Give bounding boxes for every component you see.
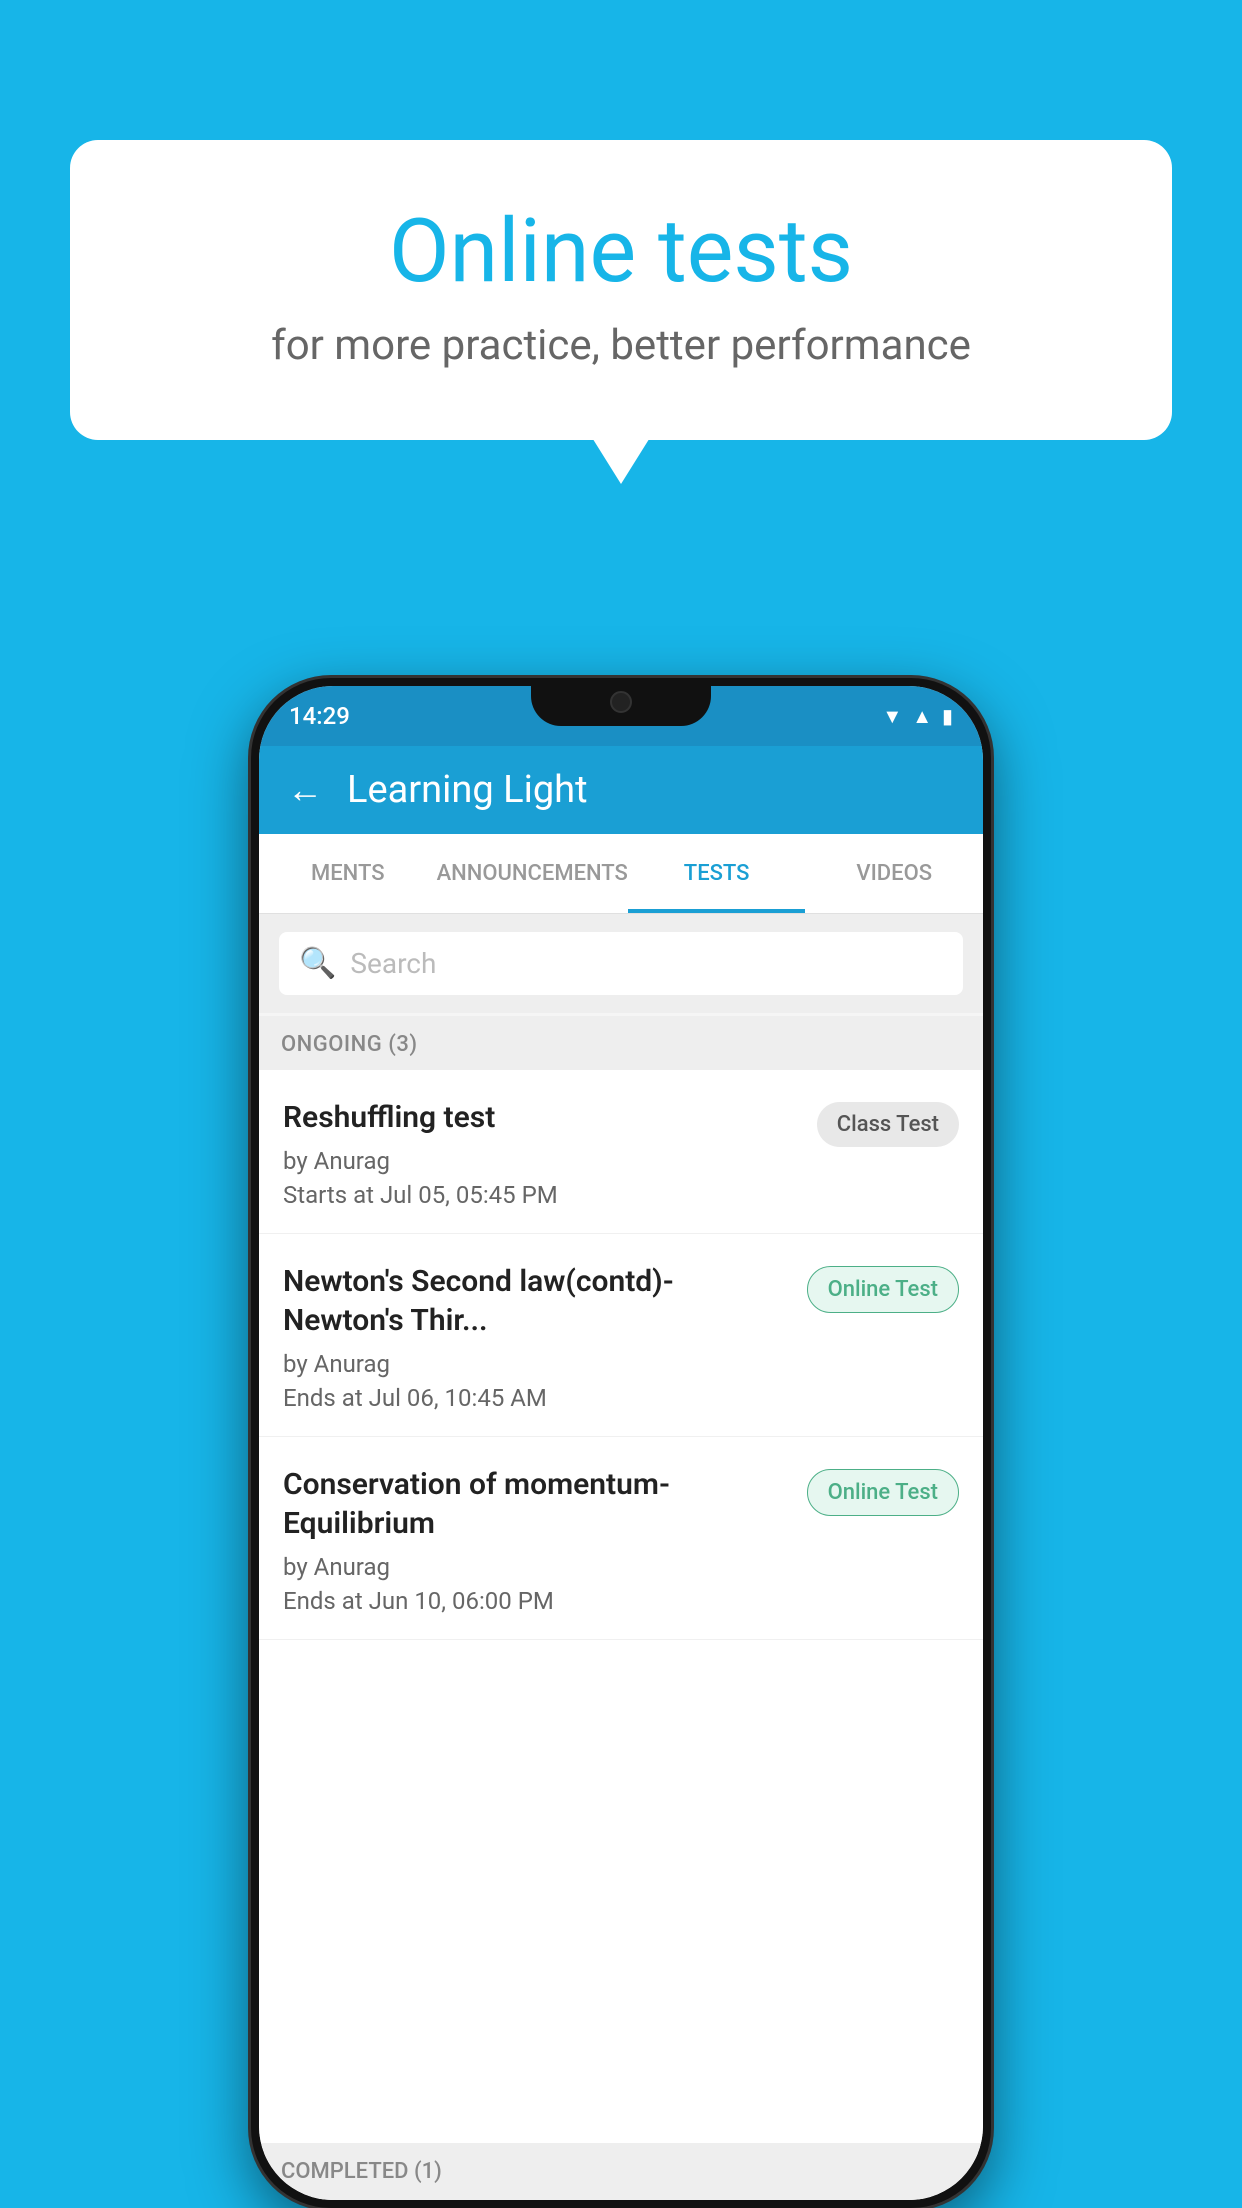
test-badge-2: Online Test [807, 1266, 959, 1313]
completed-label: COMPLETED (1) [281, 2159, 442, 2184]
search-icon: 🔍 [299, 946, 336, 981]
test-item-content-1: Reshuffling test by Anurag Starts at Jul… [283, 1098, 801, 1209]
phone-outer: 14:29 ← Learning Light MENTS [251, 678, 991, 2208]
tab-videos[interactable]: VIDEOS [805, 834, 983, 913]
app-header: ← Learning Light [259, 746, 983, 834]
test-date-2: Ends at Jul 06, 10:45 AM [283, 1384, 791, 1412]
test-by-2: by Anurag [283, 1350, 791, 1378]
test-item-newton[interactable]: Newton's Second law(contd)-Newton's Thir… [259, 1234, 983, 1437]
tab-announcements[interactable]: ANNOUNCEMENTS [437, 834, 628, 913]
speech-bubble: Online tests for more practice, better p… [70, 140, 1172, 440]
test-item-reshuffling[interactable]: Reshuffling test by Anurag Starts at Jul… [259, 1070, 983, 1234]
test-date-3: Ends at Jun 10, 06:00 PM [283, 1587, 791, 1615]
tab-bar: MENTS ANNOUNCEMENTS TESTS VIDEOS [259, 834, 983, 914]
test-by-1: by Anurag [283, 1147, 801, 1175]
test-item-content-3: Conservation of momentum-Equilibrium by … [283, 1465, 791, 1615]
status-time: 14:29 [289, 702, 350, 730]
app-title: Learning Light [347, 768, 588, 812]
search-container: 🔍 Search [259, 914, 983, 1013]
status-icons [882, 704, 953, 729]
signal-icon [912, 704, 932, 729]
tab-tests[interactable]: TESTS [628, 834, 806, 913]
wifi-icon [882, 704, 902, 729]
ongoing-section-header: ONGOING (3) [259, 1016, 983, 1073]
test-name-3: Conservation of momentum-Equilibrium [283, 1465, 791, 1543]
speech-bubble-container: Online tests for more practice, better p… [70, 140, 1172, 440]
app-background: Online tests for more practice, better p… [0, 0, 1242, 2208]
phone-mockup: 14:29 ← Learning Light MENTS [251, 678, 991, 2208]
test-badge-3: Online Test [807, 1469, 959, 1516]
tab-ments[interactable]: MENTS [259, 834, 437, 913]
bubble-title: Online tests [150, 200, 1092, 303]
camera-icon [610, 691, 632, 713]
battery-icon [942, 704, 953, 729]
test-item-conservation[interactable]: Conservation of momentum-Equilibrium by … [259, 1437, 983, 1640]
search-input-wrap[interactable]: 🔍 Search [279, 932, 963, 995]
bubble-subtitle: for more practice, better performance [150, 321, 1092, 370]
test-badge-1: Class Test [817, 1102, 959, 1147]
test-list: Reshuffling test by Anurag Starts at Jul… [259, 1070, 983, 2200]
ongoing-label: ONGOING (3) [281, 1032, 418, 1057]
phone-notch [531, 678, 711, 726]
completed-section: COMPLETED (1) [259, 2143, 983, 2200]
test-by-3: by Anurag [283, 1553, 791, 1581]
test-item-content-2: Newton's Second law(contd)-Newton's Thir… [283, 1262, 791, 1412]
phone-screen: 14:29 ← Learning Light MENTS [259, 686, 983, 2200]
test-name-1: Reshuffling test [283, 1098, 801, 1137]
test-date-1: Starts at Jul 05, 05:45 PM [283, 1181, 801, 1209]
search-placeholder: Search [350, 947, 436, 980]
test-name-2: Newton's Second law(contd)-Newton's Thir… [283, 1262, 791, 1340]
back-button[interactable]: ← [287, 769, 323, 811]
